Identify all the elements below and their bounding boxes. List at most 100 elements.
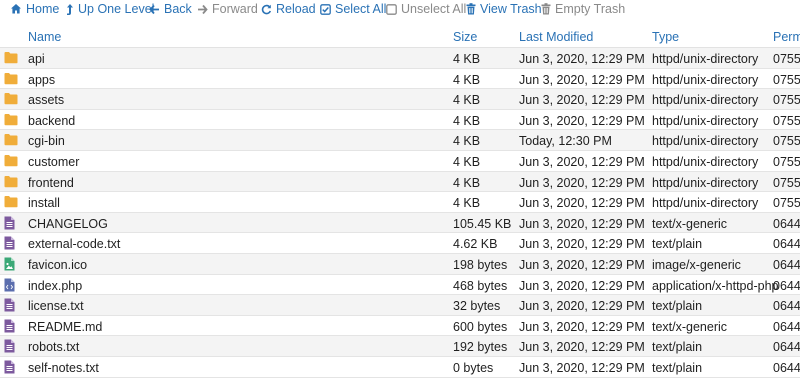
file-type: httpd/unix-directory bbox=[652, 113, 759, 128]
file-size: 4 KB bbox=[453, 154, 481, 169]
file-last-modified: Jun 3, 2020, 12:29 PM bbox=[519, 340, 645, 355]
file-name: api bbox=[28, 52, 45, 66]
back-label: Back bbox=[164, 2, 192, 16]
forward-button[interactable]: Forward bbox=[197, 2, 258, 16]
up-one-level-label: Up One Level bbox=[78, 2, 155, 16]
file-type: httpd/unix-directory bbox=[652, 175, 759, 190]
up-one-level-button[interactable]: Up One Level bbox=[66, 2, 154, 16]
file-type: httpd/unix-directory bbox=[652, 134, 759, 149]
file-last-modified: Jun 3, 2020, 12:29 PM bbox=[519, 319, 645, 334]
file-name: customer bbox=[28, 154, 80, 169]
column-header-last-modified[interactable]: Last Modified bbox=[519, 30, 593, 44]
file-size: 4 KB bbox=[453, 196, 481, 211]
file-type: text/plain bbox=[652, 237, 703, 252]
folder-icon bbox=[4, 72, 18, 88]
file-name: robots.txt bbox=[28, 340, 80, 355]
table-row[interactable]: index.php 468 bytes Jun 3, 2020, 12:29 PM a… bbox=[0, 274, 800, 296]
file-permissions: 0644 bbox=[773, 278, 800, 293]
file-name: install bbox=[28, 196, 60, 211]
file-last-modified: Jun 3, 2020, 12:29 PM bbox=[519, 93, 645, 108]
file-size: 4 KB bbox=[453, 113, 481, 128]
empty-trash-label: Empty Trash bbox=[555, 2, 626, 16]
column-header-type[interactable]: Type bbox=[652, 30, 679, 44]
view-trash-button[interactable]: View Trash bbox=[466, 2, 542, 16]
file-size: 198 bytes bbox=[453, 257, 508, 272]
text-file-icon bbox=[4, 360, 15, 377]
file-permissions: 0755 bbox=[773, 154, 800, 169]
table-row[interactable]: license.txt 32 bytes Jun 3, 2020, 12:29 PM… bbox=[0, 295, 800, 316]
file-name: index.php bbox=[28, 278, 83, 293]
column-header-name[interactable]: Name bbox=[28, 30, 61, 44]
column-header-permissions[interactable]: Permis bbox=[773, 30, 800, 44]
table-body: api 4 KB Jun 3, 2020, 12:29 PM httpd/unix-d… bbox=[0, 48, 800, 378]
table-row[interactable]: frontend 4 KB Jun 3, 2020, 12:29 PM httpd/u… bbox=[0, 171, 800, 193]
file-size: 4.62 KB bbox=[453, 237, 498, 252]
file-last-modified: Jun 3, 2020, 12:29 PM bbox=[519, 72, 645, 87]
file-size: 4 KB bbox=[453, 93, 481, 108]
reload-label: Reload bbox=[276, 2, 316, 16]
file-name: assets bbox=[28, 93, 65, 108]
file-type: httpd/unix-directory bbox=[652, 154, 759, 169]
file-permissions: 0755 bbox=[773, 93, 800, 108]
table-row[interactable]: external-code.txt 4.62 KB Jun 3, 2020, 12:… bbox=[0, 233, 800, 254]
file-type: httpd/unix-directory bbox=[652, 93, 759, 108]
reload-button[interactable]: Reload bbox=[261, 2, 316, 16]
file-last-modified: Jun 3, 2020, 12:29 PM bbox=[519, 360, 645, 375]
file-size: 0 bytes bbox=[453, 360, 494, 375]
column-header-size[interactable]: Size bbox=[453, 30, 477, 44]
file-type: text/x-generic bbox=[652, 319, 728, 334]
table-row[interactable]: CHANGELOG 105.45 KB Jun 3, 2020, 12:29 PM t… bbox=[0, 212, 800, 234]
file-size: 4 KB bbox=[453, 134, 481, 149]
file-last-modified: Today, 12:30 PM bbox=[519, 134, 612, 149]
table-row[interactable]: apps 4 KB Jun 3, 2020, 12:29 PM httpd/unix-… bbox=[0, 68, 800, 90]
file-name: cgi-bin bbox=[28, 134, 65, 149]
arrow-left-icon bbox=[149, 4, 159, 14]
unselect-all-button[interactable]: Unselect All bbox=[386, 2, 466, 16]
file-last-modified: Jun 3, 2020, 12:29 PM bbox=[519, 52, 645, 66]
file-type: httpd/unix-directory bbox=[652, 72, 759, 87]
reload-icon bbox=[261, 4, 272, 14]
arrow-right-icon bbox=[198, 4, 208, 14]
file-size: 105.45 KB bbox=[453, 216, 512, 231]
table-row[interactable]: robots.txt 192 bytes Jun 3, 2020, 12:29 PM… bbox=[0, 336, 800, 357]
file-type: text/x-generic bbox=[652, 216, 728, 231]
select-all-button[interactable]: Select All bbox=[320, 2, 386, 16]
file-name: README.md bbox=[28, 319, 103, 334]
file-last-modified: Jun 3, 2020, 12:29 PM bbox=[519, 196, 645, 211]
table-row[interactable]: customer 4 KB Jun 3, 2020, 12:29 PM httpd/u… bbox=[0, 150, 800, 172]
table-row[interactable]: assets 4 KB Jun 3, 2020, 12:29 PM httpd/uni… bbox=[0, 89, 800, 110]
file-permissions: 0755 bbox=[773, 72, 800, 87]
file-type: text/plain bbox=[652, 299, 703, 314]
table-row[interactable]: install 4 KB Jun 3, 2020, 12:29 PM httpd/un… bbox=[0, 192, 800, 213]
empty-trash-button[interactable]: Empty Trash bbox=[541, 2, 625, 16]
table-row[interactable]: backend 4 KB Jun 3, 2020, 12:29 PM httpd/un… bbox=[0, 109, 800, 131]
trash-icon bbox=[466, 3, 476, 15]
table-row[interactable]: favicon.ico 198 bytes Jun 3, 2020, 12:29 P… bbox=[0, 253, 800, 275]
file-permissions: 0755 bbox=[773, 52, 800, 66]
table-row[interactable]: self-notes.txt 0 bytes Jun 3, 2020, 12:29 … bbox=[0, 356, 800, 378]
file-name: CHANGELOG bbox=[28, 216, 108, 231]
file-last-modified: Jun 3, 2020, 12:29 PM bbox=[519, 237, 645, 252]
back-button[interactable]: Back bbox=[149, 2, 192, 16]
file-name: backend bbox=[28, 113, 76, 128]
file-permissions: 0644 bbox=[773, 216, 800, 231]
table-row[interactable]: README.md 600 bytes Jun 3, 2020, 12:29 PM t… bbox=[0, 315, 800, 337]
file-type: text/plain bbox=[652, 360, 703, 375]
file-size: 4 KB bbox=[453, 52, 481, 66]
toolbar: Home Up One Level Back Forward Reload Se… bbox=[0, 0, 800, 18]
file-name: favicon.ico bbox=[28, 257, 88, 272]
file-size: 600 bytes bbox=[453, 319, 508, 334]
table-row[interactable]: api 4 KB Jun 3, 2020, 12:29 PM httpd/unix-d… bbox=[0, 48, 800, 69]
home-button[interactable]: Home bbox=[10, 2, 59, 16]
file-permissions: 0644 bbox=[773, 340, 800, 355]
text-file-icon bbox=[4, 298, 15, 315]
table-header: Name Size Last Modified Type Permis bbox=[0, 27, 800, 48]
file-name: external-code.txt bbox=[28, 237, 121, 252]
home-icon bbox=[11, 4, 21, 14]
file-last-modified: Jun 3, 2020, 12:29 PM bbox=[519, 154, 645, 169]
file-permissions: 0644 bbox=[773, 237, 800, 252]
file-permissions: 0755 bbox=[773, 134, 800, 149]
file-type: httpd/unix-directory bbox=[652, 52, 759, 66]
file-type: text/plain bbox=[652, 340, 703, 355]
table-row[interactable]: cgi-bin 4 KB Today, 12:30 PM httpd/unix-dir… bbox=[0, 130, 800, 151]
